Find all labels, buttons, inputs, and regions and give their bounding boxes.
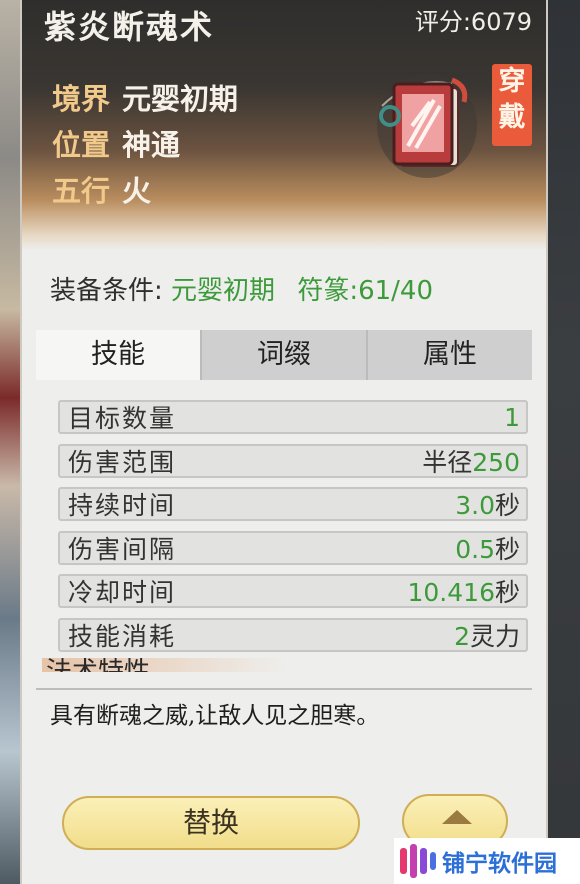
detail-tabs: 技能 词缀 属性 <box>36 330 532 380</box>
info-key: 位置 <box>52 128 111 162</box>
replace-button[interactable]: 替换 <box>62 796 360 850</box>
stat-value: 3.0秒 <box>455 491 520 520</box>
info-realm: 境界 元婴初期 <box>52 76 238 118</box>
item-header: 紫炎断魂术 评分:6079 境界 元婴初期 位置 神通 五行火 穿戴 <box>22 0 546 250</box>
stat-label: 冷却时间 <box>68 578 177 607</box>
skill-stats-list: 目标数量 1 伤害范围 半径250 持续时间 3.0秒 伤害间隔 0.5秒 冷却… <box>58 400 528 661</box>
stat-label: 持续时间 <box>68 491 177 520</box>
skill-book-icon <box>377 74 477 178</box>
stat-row: 伤害间隔 0.5秒 <box>58 530 528 565</box>
stat-value: 2灵力 <box>454 621 520 651</box>
item-score: 评分:6079 <box>415 2 532 37</box>
requirement-talisman: 符篆:61/40 <box>297 276 434 306</box>
score-label: 评分: <box>414 8 471 36</box>
background-scene-right <box>548 0 580 884</box>
stat-row: 目标数量 1 <box>58 400 528 434</box>
stat-label: 伤害范围 <box>68 447 177 477</box>
info-value: 元婴初期 <box>122 82 239 116</box>
stat-row: 伤害范围 半径250 <box>58 443 528 478</box>
tab-skill[interactable]: 技能 <box>36 330 202 380</box>
item-title: 紫炎断魂术 <box>44 8 215 46</box>
item-detail-panel: 紫炎断魂术 评分:6079 境界 元婴初期 位置 神通 五行火 穿戴 装备条件: 元… <box>20 0 548 884</box>
info-value: 火 <box>122 174 152 208</box>
score-value: 6079 <box>470 8 532 36</box>
chevron-up-icon <box>442 810 472 824</box>
stat-label: 目标数量 <box>68 404 177 433</box>
tab-affix[interactable]: 词缀 <box>202 330 368 380</box>
tab-attributes[interactable]: 属性 <box>368 330 532 380</box>
stat-row: 持续时间 3.0秒 <box>58 487 528 521</box>
info-key: 五行 <box>52 174 111 208</box>
info-slot: 位置 神通 <box>52 122 180 164</box>
section-header-spell-traits: 法术特性 <box>42 658 286 672</box>
requirement-label: 装备条件: <box>50 276 163 306</box>
skill-description: 具有断魂之威,让敌人见之胆寒。 <box>50 703 380 729</box>
watermark-logo-icon <box>400 844 436 878</box>
stat-value: 10.416秒 <box>407 578 521 607</box>
stat-row: 技能消耗 2灵力 <box>58 617 528 652</box>
watermark: 铺宁软件园 <box>394 838 580 884</box>
background-scene-left <box>0 0 22 884</box>
equip-status-tag: 穿戴 <box>492 64 532 146</box>
stat-value: 0.5秒 <box>455 534 520 564</box>
stat-label: 技能消耗 <box>68 621 177 651</box>
info-element: 五行火 <box>52 168 151 210</box>
requirement-realm: 元婴初期 <box>171 276 276 306</box>
equip-requirements: 装备条件: 元婴初期 符篆:61/40 <box>50 270 433 307</box>
stat-value: 半径250 <box>422 447 520 477</box>
info-key: 境界 <box>52 82 111 116</box>
info-value: 神通 <box>122 128 181 162</box>
stat-row: 冷却时间 10.416秒 <box>58 574 528 608</box>
stat-label: 伤害间隔 <box>68 534 177 564</box>
watermark-text: 铺宁软件园 <box>442 851 557 877</box>
divider <box>36 688 532 690</box>
stat-value: 1 <box>504 402 520 432</box>
